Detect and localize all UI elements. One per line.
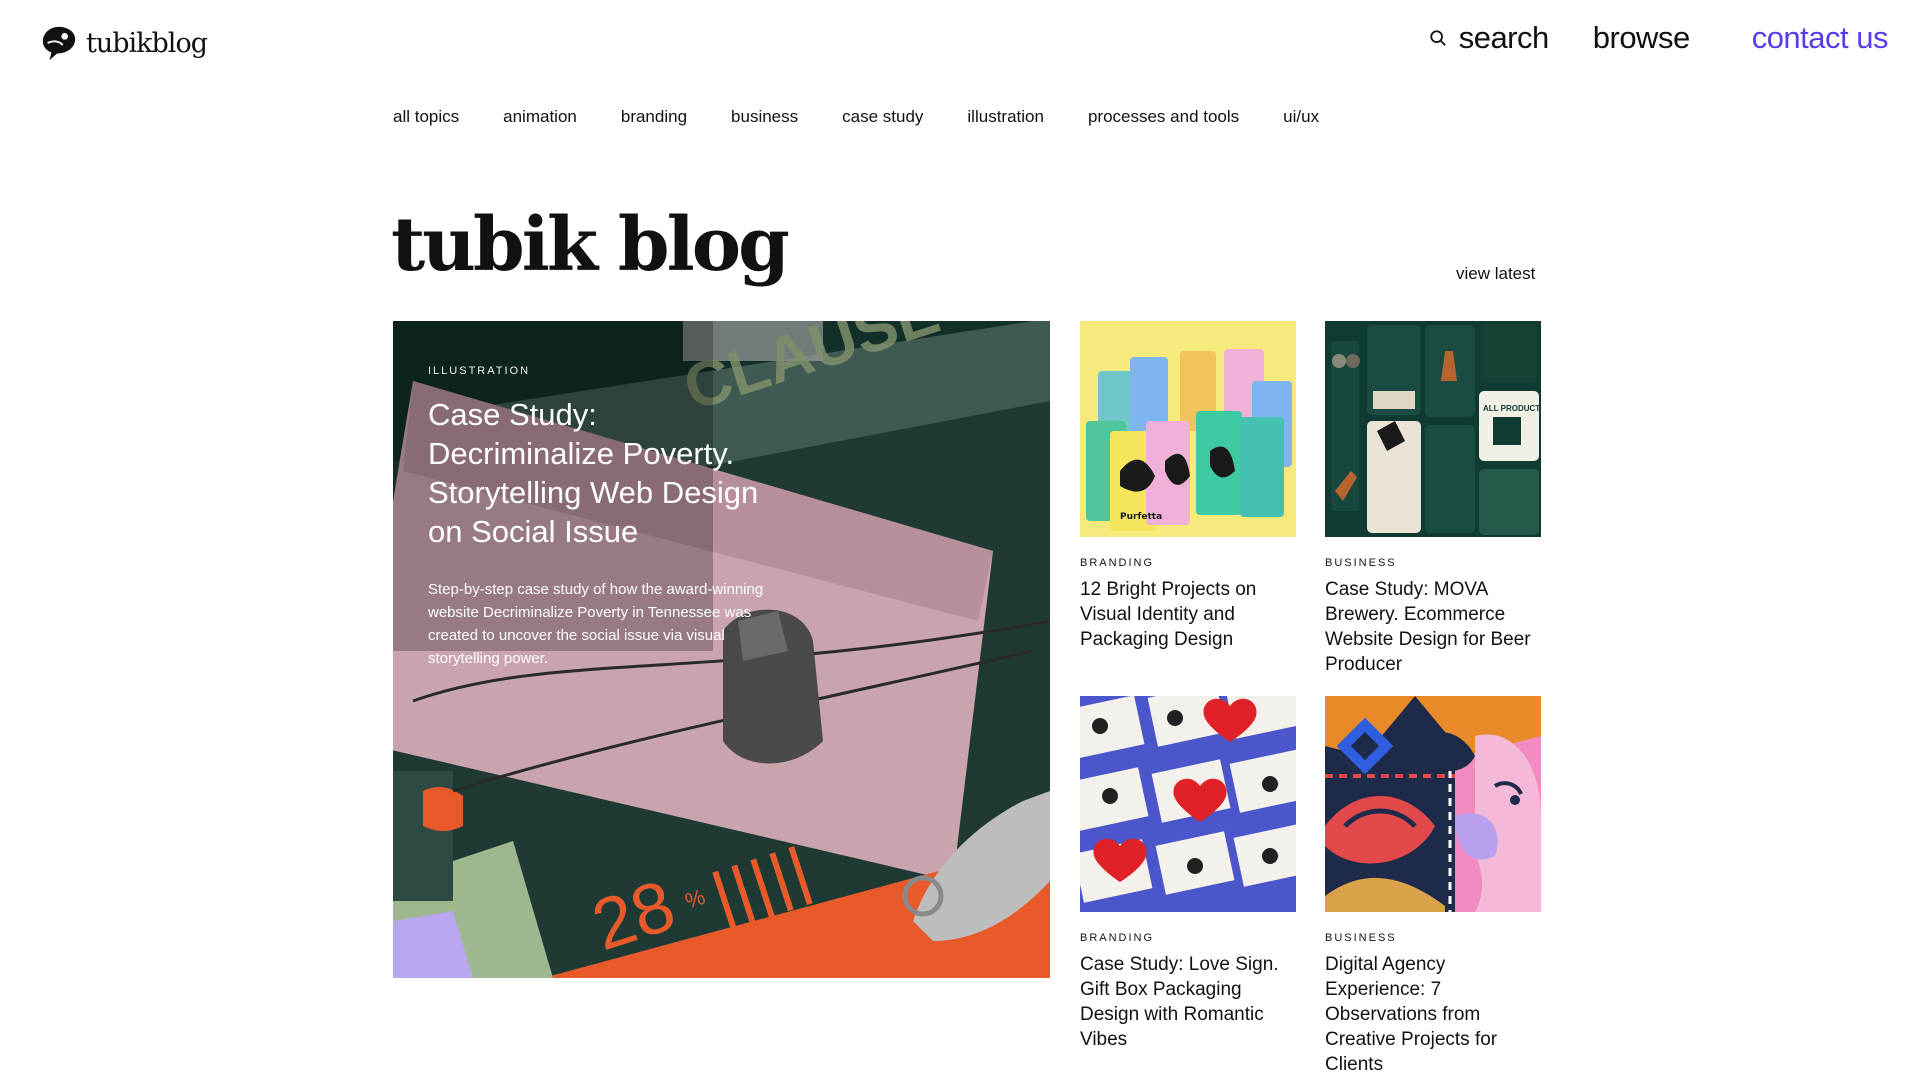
article-title[interactable]: Digital Agency Experience: 7 Observation… (1325, 952, 1541, 1077)
view-latest-link[interactable]: view latest (1456, 264, 1535, 284)
digital-agency-illustration (1325, 696, 1541, 912)
purfetta-image-text: Purfetta (1120, 512, 1162, 522)
article-thumbnail[interactable] (1325, 696, 1541, 912)
contact-us-link[interactable]: contact us (1752, 20, 1889, 56)
page-title: tubik blog (391, 202, 790, 288)
featured-article-text: ILLUSTRATION Case Study: Decriminalize P… (428, 365, 788, 670)
topic-all-topics[interactable]: all topics (393, 107, 459, 127)
article-title[interactable]: 12 Bright Projects on Visual Identity an… (1080, 577, 1296, 652)
article-card[interactable]: Purfetta BRANDING 12 Bright Projects on … (1080, 321, 1296, 652)
browse-link[interactable]: browse (1593, 20, 1690, 56)
search-label: search (1458, 20, 1550, 55)
topic-ui-ux[interactable]: ui/ux (1283, 107, 1319, 127)
topic-filter-bar: all topics animation branding business c… (393, 107, 1319, 127)
featured-article-category[interactable]: ILLUSTRATION (428, 365, 788, 377)
love-sign-packaging-image (1080, 696, 1296, 912)
brewery-website-image: ALL PRODUCTS (1325, 321, 1541, 537)
topic-processes-and-tools[interactable]: processes and tools (1088, 107, 1239, 127)
article-thumbnail[interactable] (1080, 696, 1296, 912)
search-link[interactable]: search (1429, 20, 1549, 56)
topic-animation[interactable]: animation (503, 107, 577, 127)
article-card[interactable]: BRANDING Case Study: Love Sign. Gift Box… (1080, 696, 1296, 1052)
featured-article-description: Step-by-step case study of how the award… (428, 581, 764, 667)
logo-text: tubikblog (86, 27, 208, 59)
article-category[interactable]: BRANDING (1080, 932, 1296, 944)
top-navigation: search browse contact us (1429, 20, 1889, 56)
article-category[interactable]: BUSINESS (1325, 932, 1541, 944)
topic-business[interactable]: business (731, 107, 798, 127)
topic-case-study[interactable]: case study (842, 107, 923, 127)
featured-article[interactable]: CLAUSE 28 % ILLUSTRATION Case Study: Dec… (393, 321, 1050, 978)
article-title[interactable]: Case Study: MOVA Brewery. Ecommerce Webs… (1325, 577, 1541, 677)
topic-branding[interactable]: branding (621, 107, 687, 127)
article-category[interactable]: BRANDING (1080, 557, 1296, 569)
article-thumbnail[interactable]: ALL PRODUCTS (1325, 321, 1541, 537)
topic-illustration[interactable]: illustration (967, 107, 1044, 127)
article-category[interactable]: BUSINESS (1325, 557, 1541, 569)
featured-article-title[interactable]: Case Study: Decriminalize Poverty. Story… (428, 395, 788, 551)
article-card[interactable]: ALL PRODUCTS BUSINESS Case Study: MOVA B… (1325, 321, 1541, 677)
article-card[interactable]: BUSINESS Digital Agency Experience: 7 Ob… (1325, 696, 1541, 1077)
site-logo[interactable]: tubikblog (40, 24, 208, 62)
article-thumbnail[interactable]: Purfetta (1080, 321, 1296, 537)
all-products-image-text: ALL PRODUCTS (1483, 404, 1541, 413)
article-title[interactable]: Case Study: Love Sign. Gift Box Packagin… (1080, 952, 1296, 1052)
search-icon (1430, 30, 1446, 46)
logo-bird-icon (42, 26, 76, 61)
packaging-image: Purfetta (1080, 321, 1296, 537)
